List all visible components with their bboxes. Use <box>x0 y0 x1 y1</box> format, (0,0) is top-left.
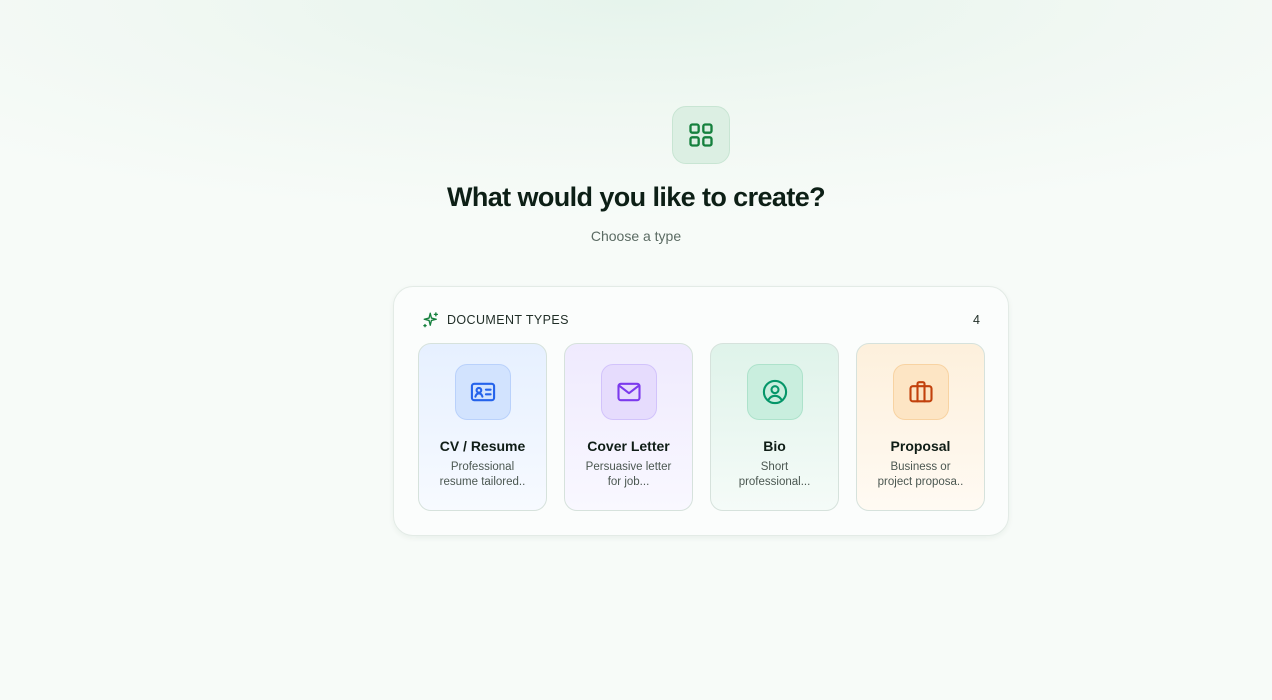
card-description: Business or project proposa.. <box>877 461 964 488</box>
card-icon-tile <box>454 364 511 420</box>
user-circle-icon <box>761 378 789 406</box>
document-types-panel: DOCUMENT TYPES 4 CV / Resume Professiona… <box>393 286 1009 536</box>
card-description: Professional resume tailored.. <box>439 461 526 488</box>
sparkle-icon <box>422 311 440 329</box>
panel-header: DOCUMENT TYPES 4 <box>422 311 980 329</box>
card-icon-tile <box>892 364 949 420</box>
card-description: Short professional... <box>738 461 811 488</box>
card-title: CV / Resume <box>439 438 526 454</box>
panel-title: DOCUMENT TYPES <box>447 313 569 327</box>
document-type-list: CV / Resume Professional resume tailored… <box>418 343 985 511</box>
mail-icon <box>615 378 643 406</box>
grid-icon <box>687 121 715 149</box>
card-bio[interactable]: Bio Short professional... <box>710 343 839 511</box>
card-proposal[interactable]: Proposal Business or project proposa.. <box>856 343 985 511</box>
card-title: Proposal <box>890 438 951 454</box>
briefcase-icon <box>907 378 935 406</box>
page-title: What would you like to create? <box>446 182 826 212</box>
card-icon-tile <box>600 364 657 420</box>
card-title: Bio <box>763 438 786 454</box>
card-cv-resume[interactable]: CV / Resume Professional resume tailored… <box>418 343 547 511</box>
card-description: Persuasive letter for job... <box>585 461 672 488</box>
card-icon-tile <box>746 364 803 420</box>
hero-grid-icon-tile <box>672 106 730 164</box>
card-title: Cover Letter <box>587 438 670 454</box>
page-subtitle: Choose a type <box>590 228 682 244</box>
id-card-icon <box>469 378 497 406</box>
card-cover-letter[interactable]: Cover Letter Persuasive letter for job..… <box>564 343 693 511</box>
document-types-count: 4 <box>973 313 980 327</box>
